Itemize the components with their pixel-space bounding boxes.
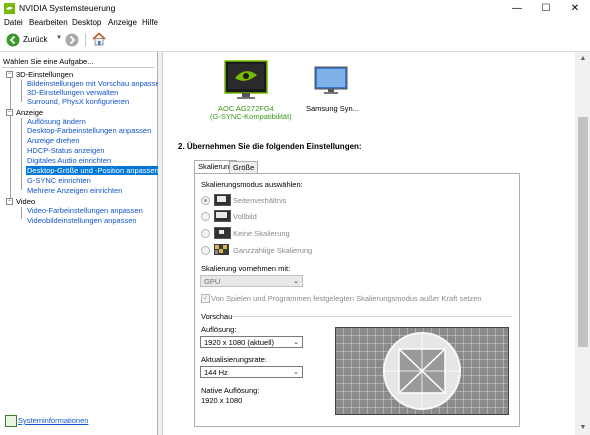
- back-arrow-icon: [6, 33, 20, 47]
- no-scaling-icon: [214, 227, 231, 239]
- fullscreen-icon: [214, 210, 231, 222]
- refresh-rate-select[interactable]: 144 Hz ⌄: [200, 366, 303, 378]
- task-tree-panel: Wählen Sie eine Aufgabe... − 3D-Einstell…: [0, 52, 164, 435]
- scaling-device-value: GPU: [204, 277, 221, 286]
- task-link-digital-audio[interactable]: Digitales Audio einrichten: [26, 156, 112, 165]
- menu-bar: Datei Bearbeiten Desktop Anzeige Hilfe: [0, 17, 590, 29]
- tree-guide-line: [21, 207, 22, 219]
- integer-scaling-icon: [214, 244, 229, 255]
- option-fullscreen[interactable]: Vollbild: [200, 210, 320, 222]
- override-checkbox[interactable]: ✓: [201, 294, 210, 303]
- maximize-button[interactable]: ☐: [532, 0, 560, 17]
- task-link-rotate-display[interactable]: Anzeige drehen: [26, 136, 81, 145]
- toolbar: Zurück ▼: [0, 29, 590, 52]
- resolution-label: Auflösung:: [201, 325, 237, 334]
- section-heading: 2. Übernehmen Sie die folgenden Einstell…: [178, 142, 362, 151]
- preview-label: Vorschau: [201, 312, 233, 321]
- scaling-device-select[interactable]: GPU ⌄: [200, 275, 303, 287]
- collapse-toggle-icon[interactable]: −: [6, 71, 13, 78]
- native-resolution-value: 1920 x 1080: [201, 396, 243, 405]
- preview-divider: [232, 316, 512, 317]
- task-tree-header: Wählen Sie eine Aufgabe...: [3, 57, 94, 66]
- task-link-multiple-displays[interactable]: Mehrere Anzeigen einrichten: [26, 186, 123, 195]
- option-label: Keine Skalierung: [233, 229, 290, 238]
- scroll-up-icon[interactable]: ▲: [579, 55, 587, 63]
- nvidia-app-icon: [4, 3, 15, 14]
- category-video[interactable]: Video: [16, 197, 35, 206]
- minimize-button[interactable]: —: [503, 0, 531, 17]
- tree-guide-line: [21, 80, 22, 102]
- task-link-video-image[interactable]: Videobildeinstellungen anpassen: [26, 216, 138, 225]
- menu-bearbeiten[interactable]: Bearbeiten: [29, 18, 68, 27]
- chevron-down-icon: ⌄: [293, 278, 299, 285]
- tree-guide-line: [10, 76, 11, 204]
- override-label: Von Spielen und Programmen festgelegten …: [211, 294, 482, 303]
- task-link-manage-3d-settings[interactable]: 3D-Einstellungen verwalten: [26, 88, 119, 97]
- task-link-desktop-color[interactable]: Desktop-Farbeinstellungen anpassen: [26, 126, 152, 135]
- chevron-down-icon: ⌄: [293, 369, 299, 376]
- monitor-selected-icon: [224, 60, 268, 99]
- category-display[interactable]: Anzeige: [16, 108, 43, 117]
- task-link-desktop-size-position[interactable]: Desktop-Größe und -Position anpassen: [26, 166, 160, 175]
- system-info-icon[interactable]: [5, 415, 17, 427]
- monitor-aoc-subtitle: (G-SYNC-Kompatibilität): [210, 112, 292, 121]
- task-link-image-settings-preview[interactable]: Bildeinstellungen mit Vorschau anpassen: [26, 79, 165, 88]
- menu-anzeige[interactable]: Anzeige: [108, 18, 137, 27]
- category-3d-settings[interactable]: 3D-Einstellungen: [16, 70, 73, 79]
- collapse-toggle-icon[interactable]: −: [6, 198, 13, 205]
- aspect-ratio-icon: [214, 194, 231, 206]
- option-label: Vollbild: [233, 212, 257, 221]
- toolbar-separator: [85, 33, 86, 47]
- monitor-icon: [314, 66, 348, 94]
- option-aspect-ratio[interactable]: Seitenverhältnis: [200, 194, 320, 206]
- monitor-aoc[interactable]: [224, 60, 268, 100]
- menu-datei[interactable]: Datei: [4, 18, 23, 27]
- home-icon[interactable]: [91, 31, 107, 47]
- scaling-perform-label: Skalierung vornehmen mit:: [201, 264, 291, 273]
- option-integer-scaling[interactable]: Ganzzahlige Skalierung: [200, 244, 340, 256]
- option-no-scaling[interactable]: Keine Skalierung: [200, 227, 320, 239]
- task-link-video-color[interactable]: Video-Farbeinstellungen anpassen: [26, 206, 144, 215]
- resolution-select[interactable]: 1920 x 1080 (aktuell) ⌄: [200, 336, 303, 348]
- back-button[interactable]: Zurück: [6, 33, 58, 47]
- system-information-link[interactable]: Systeminformationen: [18, 416, 88, 425]
- tree-guide-line: [21, 118, 22, 190]
- menu-hilfe[interactable]: Hilfe: [142, 18, 158, 27]
- forward-arrow-icon[interactable]: [65, 33, 79, 47]
- close-button[interactable]: ✕: [561, 0, 589, 17]
- resolution-value: 1920 x 1080 (aktuell): [204, 338, 275, 347]
- back-history-dropdown-icon[interactable]: ▼: [56, 35, 62, 41]
- task-link-surround-physx[interactable]: Surround, PhysX konfigurieren: [26, 97, 130, 106]
- scroll-down-icon[interactable]: ▼: [579, 424, 587, 432]
- scrollbar-thumb[interactable]: [578, 117, 588, 347]
- radio-integer-scaling[interactable]: [201, 246, 210, 255]
- option-label: Seitenverhältnis: [233, 196, 287, 205]
- radio-no-scaling[interactable]: [201, 229, 210, 238]
- radio-fullscreen[interactable]: [201, 212, 210, 221]
- monitor-samsung-name: Samsung Syn...: [306, 104, 359, 113]
- refresh-rate-value: 144 Hz: [204, 368, 228, 377]
- menu-desktop[interactable]: Desktop: [72, 18, 101, 27]
- header-divider: [2, 67, 154, 68]
- refresh-rate-label: Aktualisierungsrate:: [201, 355, 267, 364]
- window-title: NVIDIA Systemsteuerung: [19, 3, 116, 13]
- chevron-down-icon: ⌄: [293, 339, 299, 346]
- collapse-toggle-icon[interactable]: −: [6, 109, 13, 116]
- task-link-hdcp-status[interactable]: HDCP-Status anzeigen: [26, 146, 106, 155]
- task-link-change-resolution[interactable]: Auflösung ändern: [26, 117, 87, 126]
- option-label: Ganzzahlige Skalierung: [233, 246, 313, 255]
- back-label: Zurück: [23, 35, 48, 44]
- radio-aspect-ratio[interactable]: [201, 196, 210, 205]
- task-link-gsync-setup[interactable]: G-SYNC einrichten: [26, 176, 92, 185]
- native-resolution-label: Native Auflösung:: [201, 386, 260, 395]
- scaling-mode-label: Skalierungsmodus auswählen:: [201, 180, 303, 189]
- title-bar: NVIDIA Systemsteuerung — ☐ ✕: [0, 0, 590, 17]
- monitor-samsung[interactable]: [314, 66, 348, 96]
- scaling-preview-pattern: [335, 327, 509, 415]
